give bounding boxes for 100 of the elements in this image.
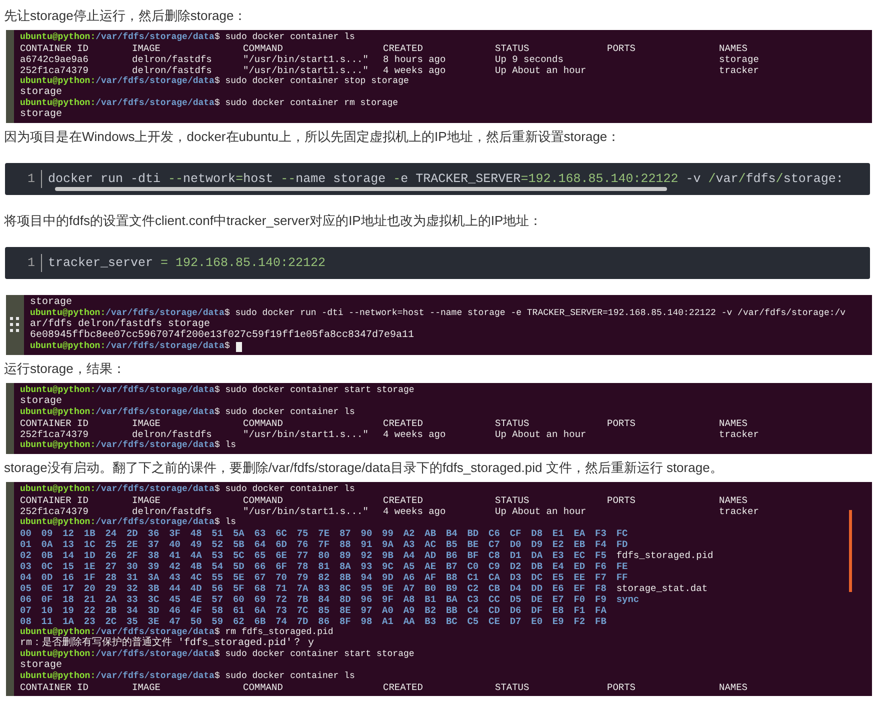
directory-name: 3F — [169, 528, 180, 539]
directory-name: 13 — [62, 539, 74, 550]
directory-name: 7E — [318, 528, 330, 539]
directory-name: 89 — [339, 550, 351, 561]
directory-name: FE — [616, 561, 628, 572]
directory-name: ED — [574, 561, 586, 572]
paragraph: 运行storage，结果： — [3, 360, 126, 378]
directory-name: 9D — [382, 572, 394, 583]
directory-name: EF — [574, 583, 586, 594]
table-cell: PORTS — [607, 418, 636, 429]
directory-name: 76 — [296, 539, 308, 550]
directory-name: 2F — [126, 550, 138, 561]
directory-name: 49 — [190, 539, 202, 550]
directory-name: 57 — [212, 594, 224, 605]
directory-name: CA — [488, 572, 500, 583]
directory-name: 5C — [232, 550, 244, 561]
terminal-line: ubuntu@python:/var/fdfs/storage/data$ sudo docker container ls — [20, 407, 355, 418]
directory-name: DF — [531, 605, 543, 616]
table-cell: 252f1ca74379 — [20, 506, 88, 517]
directory-name: A7 — [403, 583, 415, 594]
drag-handle-icon[interactable] — [10, 317, 20, 333]
directory-name: 6A — [254, 605, 266, 616]
directory-name: F7 — [595, 572, 606, 583]
directory-name: AE — [424, 561, 436, 572]
directory-name: F0 — [574, 594, 586, 605]
directory-name: 05 — [20, 583, 32, 594]
directory-name: F8 — [595, 583, 606, 594]
directory-name: 15 — [62, 561, 74, 572]
directory-name: 90 — [360, 528, 372, 539]
directory-name: 58 — [212, 605, 224, 616]
table-cell: IMAGE — [132, 495, 161, 506]
table-cell: NAMES — [719, 43, 748, 54]
directory-name: B7 — [446, 561, 458, 572]
directory-name: 72 — [276, 594, 287, 605]
table-cell: COMMAND — [243, 418, 283, 429]
table-cell: STATUS — [495, 418, 530, 429]
directory-name: 5B — [232, 539, 244, 550]
table-cell: IMAGE — [132, 682, 161, 693]
table-cell: "/usr/bin/start1.s..." — [243, 429, 368, 440]
table-cell: COMMAND — [243, 495, 283, 506]
directory-name: AC — [424, 539, 436, 550]
directory-name: 7C — [296, 605, 308, 616]
directory-name: 7A — [296, 583, 308, 594]
directory-name: EB — [574, 539, 586, 550]
directory-name: 8D — [339, 594, 351, 605]
directory-name: 1F — [84, 572, 96, 583]
scrollbar-thumb[interactable] — [55, 187, 667, 191]
directory-name: 5F — [232, 583, 244, 594]
directory-name: 9C — [382, 561, 394, 572]
directory-name: B4 — [446, 528, 458, 539]
directory-name: 6C — [276, 528, 287, 539]
directory-name: 21 — [84, 594, 96, 605]
directory-name: 07 — [20, 605, 32, 616]
directory-name: 84 — [318, 594, 330, 605]
directory-name: FB — [595, 616, 606, 627]
scrollbar-thumb[interactable] — [849, 510, 852, 592]
directory-name: 8E — [339, 605, 351, 616]
directory-name: 77 — [296, 550, 308, 561]
directory-name: CF — [510, 528, 522, 539]
directory-name: FC — [616, 528, 628, 539]
table-cell: IMAGE — [132, 418, 161, 429]
directory-name: CE — [488, 616, 500, 627]
directory-name: 0F — [41, 594, 53, 605]
directory-name: 96 — [360, 594, 372, 605]
directory-name: 1C — [84, 539, 96, 550]
table-cell: 4 weeks ago — [383, 429, 446, 440]
directory-name: 65 — [254, 550, 266, 561]
directory-name: 36 — [148, 528, 160, 539]
directory-name: 0A — [41, 539, 53, 550]
terminal-line: ubuntu@python:/var/fdfs/storage/data$ — [30, 341, 242, 352]
directory-name: 71 — [276, 583, 287, 594]
directory-name: 7F — [318, 539, 330, 550]
directory-name: 88 — [339, 539, 351, 550]
table-cell: Up About an hour — [495, 65, 586, 76]
directory-name: CC — [488, 594, 500, 605]
directory-name: EE — [574, 572, 586, 583]
directory-name: 39 — [148, 561, 160, 572]
directory-name: 26 — [105, 550, 117, 561]
directory-name: A8 — [403, 594, 415, 605]
directory-name: 1B — [84, 528, 96, 539]
directory-name: CB — [488, 583, 500, 594]
directory-name: 32 — [126, 583, 138, 594]
directory-name: 0E — [41, 583, 53, 594]
directory-name: B9 — [446, 583, 458, 594]
directory-name: 2D — [126, 528, 138, 539]
directory-name: C7 — [488, 539, 500, 550]
directory-name: 74 — [276, 616, 287, 627]
table-cell: IMAGE — [132, 43, 161, 54]
directory-name: F9 — [595, 594, 606, 605]
terminal-line: ubuntu@python:/var/fdfs/storage/data$ sudo docker container start storage — [20, 649, 414, 660]
directory-name: E3 — [552, 550, 564, 561]
directory-name: 68 — [254, 583, 266, 594]
directory-name: E5 — [552, 572, 564, 583]
directory-name: 48 — [190, 528, 202, 539]
directory-name: 94 — [360, 572, 372, 583]
directory-name: C0 — [467, 561, 479, 572]
terminal-line: rm：是否删除有写保护的普通文件 'fdfs_storaged.pid'？ y — [20, 638, 314, 649]
table-cell: delron/fastdfs — [132, 429, 212, 440]
directory-name: 41 — [169, 550, 180, 561]
directory-name: B2 — [424, 605, 436, 616]
